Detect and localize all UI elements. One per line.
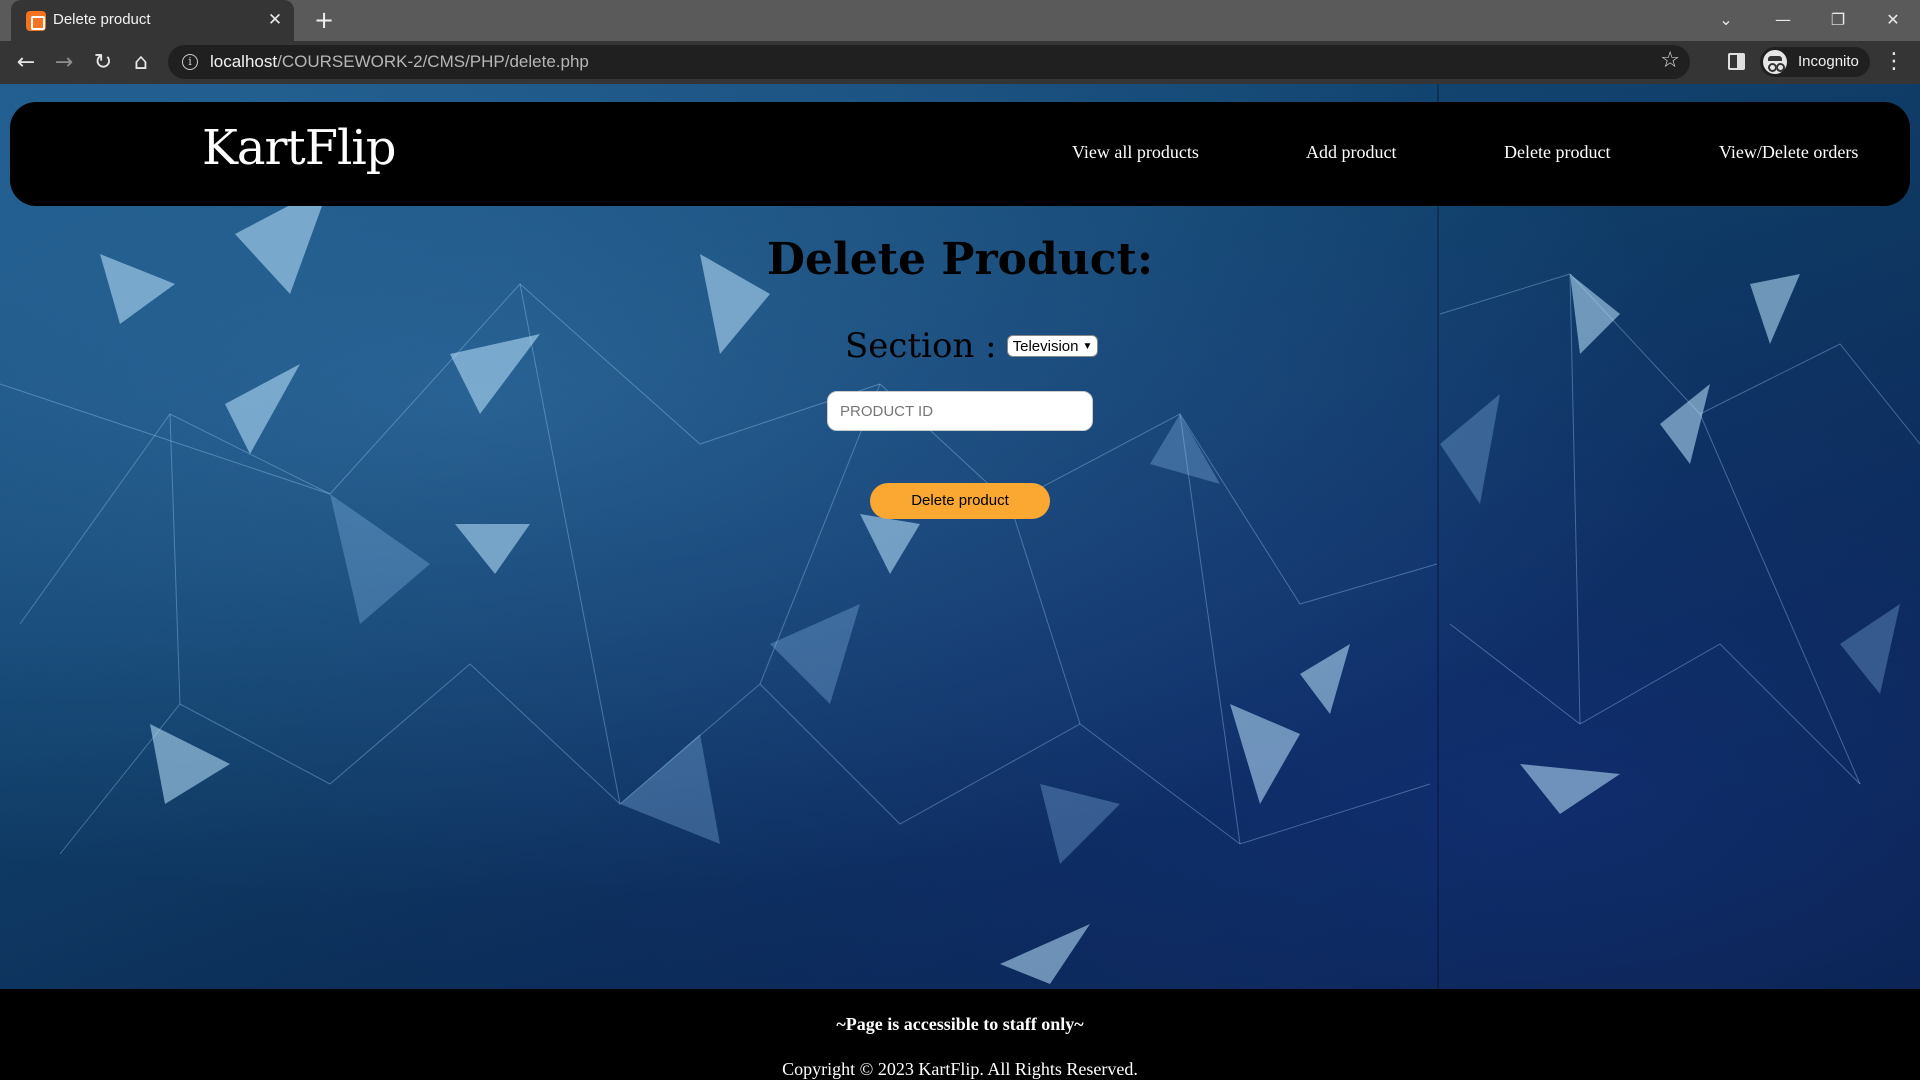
- browser-tab-strip: Delete product ✕ + ⌄ — ❐ ✕: [0, 0, 1920, 41]
- background-seam: [1437, 84, 1439, 989]
- incognito-icon: [1763, 50, 1787, 74]
- profile-label: Incognito: [1798, 53, 1859, 70]
- info-icon[interactable]: i: [182, 54, 198, 70]
- url-text[interactable]: localhost/COURSEWORK-2/CMS/PHP/delete.ph…: [210, 52, 589, 72]
- home-icon[interactable]: ⌂: [125, 47, 157, 79]
- site-footer: ~Page is accessible to staff only~ Copyr…: [0, 989, 1920, 1080]
- restore-button[interactable]: ❐: [1815, 4, 1861, 36]
- xampp-favicon-icon: [26, 11, 46, 31]
- tab-title: Delete product: [53, 11, 151, 28]
- background-image: [0, 84, 1920, 989]
- page-viewport: KartFlip View all products Add product D…: [0, 84, 1920, 1080]
- incognito-profile-button[interactable]: Incognito: [1760, 47, 1870, 77]
- page-title: Delete Product:: [766, 234, 1154, 285]
- tab-search-icon[interactable]: ⌄: [1703, 4, 1749, 36]
- chevron-down-icon: ▼: [1082, 340, 1093, 352]
- site-navbar: KartFlip View all products Add product D…: [10, 102, 1910, 206]
- forward-icon[interactable]: →: [48, 47, 80, 79]
- address-bar[interactable]: i localhost/COURSEWORK-2/CMS/PHP/delete.…: [168, 45, 1690, 79]
- nav-delete-product[interactable]: Delete product: [1504, 142, 1610, 163]
- section-select[interactable]: Television ▼: [1006, 335, 1099, 357]
- minimize-button[interactable]: —: [1760, 4, 1806, 36]
- section-row: Section : Television ▼: [845, 324, 1099, 368]
- side-panel-icon[interactable]: [1728, 53, 1745, 70]
- nav-view-delete-orders[interactable]: View/Delete orders: [1719, 142, 1858, 163]
- staff-only-note: ~Page is accessible to staff only~: [836, 1014, 1084, 1034]
- browser-tab[interactable]: Delete product ✕: [11, 0, 294, 41]
- delete-product-button[interactable]: Delete product: [870, 483, 1050, 519]
- new-tab-button[interactable]: +: [310, 7, 338, 35]
- triangle-network-graphic: [0, 184, 1920, 984]
- product-id-input[interactable]: [827, 391, 1093, 431]
- back-icon[interactable]: ←: [10, 47, 42, 79]
- menu-icon[interactable]: ⋮: [1882, 47, 1906, 77]
- nav-add-product[interactable]: Add product: [1306, 142, 1396, 163]
- close-tab-icon[interactable]: ✕: [264, 9, 286, 31]
- section-selected-value: Television: [1012, 337, 1079, 355]
- copyright-text: Copyright © 2023 KartFlip. All Rights Re…: [782, 1059, 1138, 1079]
- site-logo[interactable]: KartFlip: [202, 120, 396, 176]
- browser-toolbar: ← → ↻ ⌂ i localhost/COURSEWORK-2/CMS/PHP…: [0, 41, 1920, 84]
- nav-view-all-products[interactable]: View all products: [1072, 142, 1199, 163]
- close-window-button[interactable]: ✕: [1870, 4, 1916, 36]
- star-icon[interactable]: ☆: [1660, 48, 1680, 73]
- section-label: Section :: [845, 326, 997, 366]
- reload-icon[interactable]: ↻: [87, 47, 119, 79]
